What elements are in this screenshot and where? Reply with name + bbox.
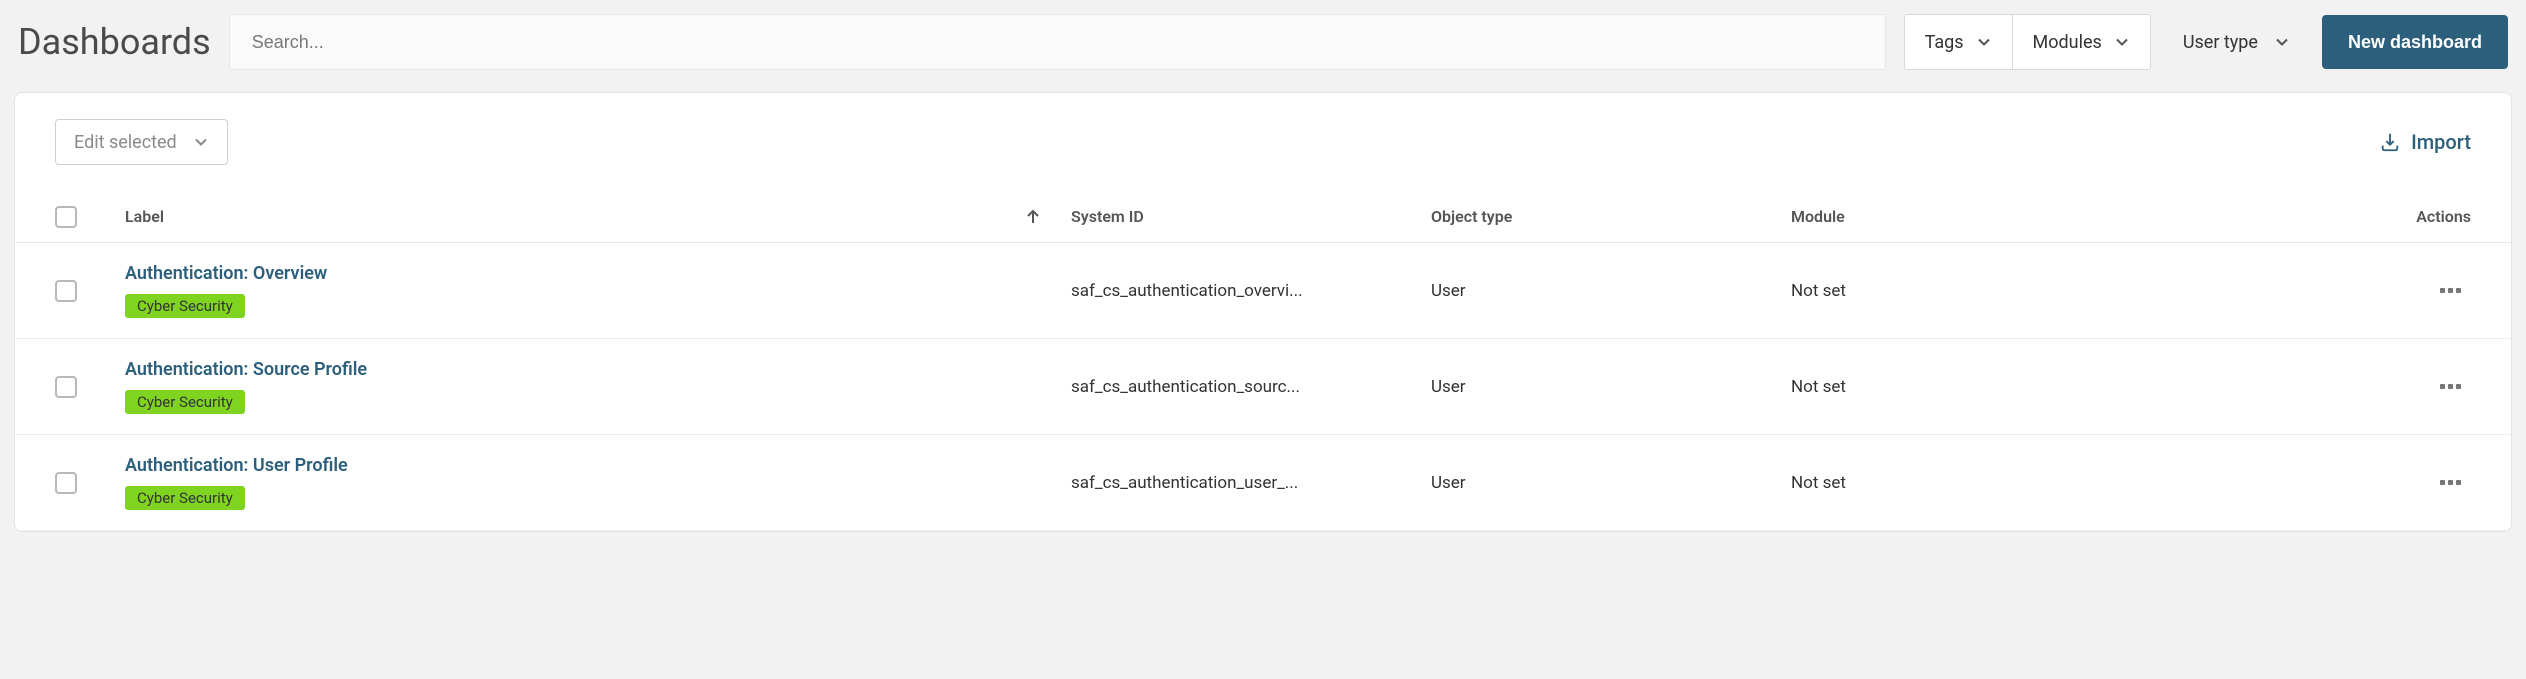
- col-label[interactable]: Label: [125, 207, 164, 226]
- import-icon: [2379, 131, 2401, 153]
- tag-badge: Cyber Security: [125, 294, 245, 318]
- tags-filter-label: Tags: [1925, 32, 1964, 53]
- row-actions-button[interactable]: [2430, 470, 2471, 495]
- col-module[interactable]: Module: [1791, 207, 2351, 226]
- import-label: Import: [2411, 130, 2471, 154]
- system-id-cell: saf_cs_authentication_overvi...: [1071, 281, 1431, 301]
- tag-badge: Cyber Security: [125, 486, 245, 510]
- row-actions-button[interactable]: [2430, 278, 2471, 303]
- dashboard-link[interactable]: Authentication: User Profile: [125, 455, 348, 476]
- row-actions-button[interactable]: [2430, 374, 2471, 399]
- system-id-cell: saf_cs_authentication_sourc...: [1071, 377, 1431, 397]
- table-row: Authentication: Source Profile Cyber Sec…: [15, 339, 2511, 435]
- select-all-checkbox[interactable]: [55, 206, 77, 228]
- chevron-down-icon: [1976, 34, 1992, 50]
- module-cell: Not set: [1791, 473, 2351, 493]
- page-title: Dashboards: [18, 21, 211, 63]
- chevron-down-icon: [2274, 34, 2290, 50]
- object-type-cell: User: [1431, 473, 1791, 493]
- edit-selected-label: Edit selected: [74, 132, 177, 153]
- table-row: Authentication: User Profile Cyber Secur…: [15, 435, 2511, 531]
- dashboard-link[interactable]: Authentication: Overview: [125, 263, 327, 284]
- dashboard-link[interactable]: Authentication: Source Profile: [125, 359, 367, 380]
- chevron-down-icon: [193, 134, 209, 150]
- user-type-dropdown[interactable]: User type: [2169, 32, 2304, 53]
- search-input[interactable]: [252, 32, 1863, 53]
- chevron-down-icon: [2114, 34, 2130, 50]
- sort-asc-icon: [1025, 209, 1041, 225]
- user-type-label: User type: [2183, 32, 2258, 53]
- card-toolbar: Edit selected Import: [15, 119, 2511, 191]
- table-header: Label System ID Object type Module Actio…: [15, 191, 2511, 243]
- search-wrapper: [229, 14, 1886, 70]
- module-cell: Not set: [1791, 377, 2351, 397]
- top-toolbar: Dashboards Tags Modules User type New da…: [0, 0, 2526, 92]
- content-card: Edit selected Import Label System ID Obj…: [14, 92, 2512, 532]
- system-id-cell: saf_cs_authentication_user_...: [1071, 473, 1431, 493]
- row-checkbox[interactable]: [55, 376, 77, 398]
- import-button[interactable]: Import: [2379, 130, 2471, 154]
- edit-selected-dropdown[interactable]: Edit selected: [55, 119, 228, 165]
- col-actions: Actions: [2351, 207, 2471, 226]
- new-dashboard-button[interactable]: New dashboard: [2322, 15, 2508, 69]
- row-checkbox[interactable]: [55, 280, 77, 302]
- modules-filter-label: Modules: [2033, 32, 2102, 53]
- col-object-type[interactable]: Object type: [1431, 207, 1791, 226]
- object-type-cell: User: [1431, 281, 1791, 301]
- object-type-cell: User: [1431, 377, 1791, 397]
- col-system-id[interactable]: System ID: [1071, 207, 1431, 226]
- row-checkbox[interactable]: [55, 472, 77, 494]
- tags-filter[interactable]: Tags: [1905, 15, 2012, 69]
- module-cell: Not set: [1791, 281, 2351, 301]
- table-row: Authentication: Overview Cyber Security …: [15, 243, 2511, 339]
- tag-badge: Cyber Security: [125, 390, 245, 414]
- modules-filter[interactable]: Modules: [2012, 15, 2150, 69]
- filter-group: Tags Modules: [1904, 14, 2151, 70]
- dashboards-table: Label System ID Object type Module Actio…: [15, 191, 2511, 531]
